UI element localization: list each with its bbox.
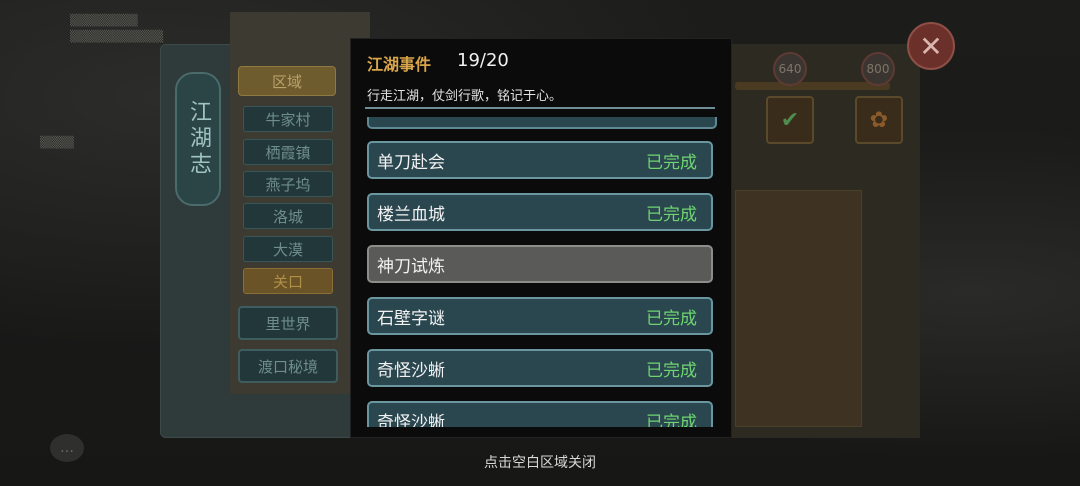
event-name: 神刀试炼 [377,256,445,277]
event-status: 已完成 [646,308,697,329]
event-name: 单刀赴会 [377,152,445,173]
region-item-damo[interactable]: 大漠 [243,236,333,262]
event-row[interactable]: 石壁字谜 已完成 [367,297,713,335]
region-item-yanziwu[interactable]: 燕子坞 [243,171,333,197]
event-list[interactable]: 单刀赴会 已完成 楼兰血城 已完成 神刀试炼 石壁字谜 已完成 奇怪沙蜥 已完成… [365,117,717,427]
ferry-realm-button[interactable]: 渡口秘境 [238,349,338,383]
player-info-line: ▒▒▒▒▒▒▒▒ [70,14,138,27]
event-row[interactable]: 神刀试炼 [367,245,713,283]
check-icon: ✔ [780,107,800,133]
event-name: 石壁字谜 [377,308,445,329]
event-row[interactable]: 单刀赴会 已完成 [367,141,713,179]
divider [365,107,715,109]
map-paper [735,190,862,427]
event-name: 奇怪沙蜥 [377,360,445,381]
list-item-partial [367,117,717,129]
event-status: 已完成 [646,204,697,225]
flower-emblem-icon: ✿ [869,107,889,133]
reward-chest[interactable]: ✿ [855,96,903,144]
task-tracker[interactable]: ▒▒▒▒ [40,136,74,149]
book-title-scroll: 江湖志 [175,72,221,206]
milestone-badge[interactable]: 640 [773,52,807,86]
region-item-niujiacun[interactable]: 牛家村 [243,106,333,132]
event-name: 奇怪沙蜥 [377,412,445,428]
event-status: 已完成 [646,412,697,428]
event-count: 19/20 [457,50,509,71]
region-item-qixiazhen[interactable]: 栖霞镇 [243,139,333,165]
event-status: 已完成 [646,152,697,173]
event-row[interactable]: 奇怪沙蜥 已完成 [367,401,713,427]
region-header: 区域 [238,66,336,96]
close-icon[interactable]: ✕ [907,22,955,70]
reward-chest[interactable]: ✔ [766,96,814,144]
event-name: 楼兰血城 [377,204,445,225]
secret-world-button[interactable]: 里世界 [238,306,338,340]
book-title: 江湖志 [186,100,211,178]
player-info-line: ▒▒▒▒▒▒▒▒▒▒▒ [70,30,164,43]
modal-title: 江湖事件 [367,55,432,74]
region-item-guankou[interactable]: 关口 [243,268,333,294]
event-status: 已完成 [646,360,697,381]
modal-subtitle: 行走江湖，仗剑行歌，铭记于心。 [367,89,563,104]
jianghu-events-modal: 江湖事件 19/20 行走江湖，仗剑行歌，铭记于心。 单刀赴会 已完成 楼兰血城… [350,38,732,438]
close-hint: 点击空白区域关闭 [484,455,596,471]
event-row[interactable]: 奇怪沙蜥 已完成 [367,349,713,387]
progress-track [735,82,890,90]
event-row[interactable]: 楼兰血城 已完成 [367,193,713,231]
milestone-badge[interactable]: 800 [861,52,895,86]
region-item-luocheng[interactable]: 洛城 [243,203,333,229]
